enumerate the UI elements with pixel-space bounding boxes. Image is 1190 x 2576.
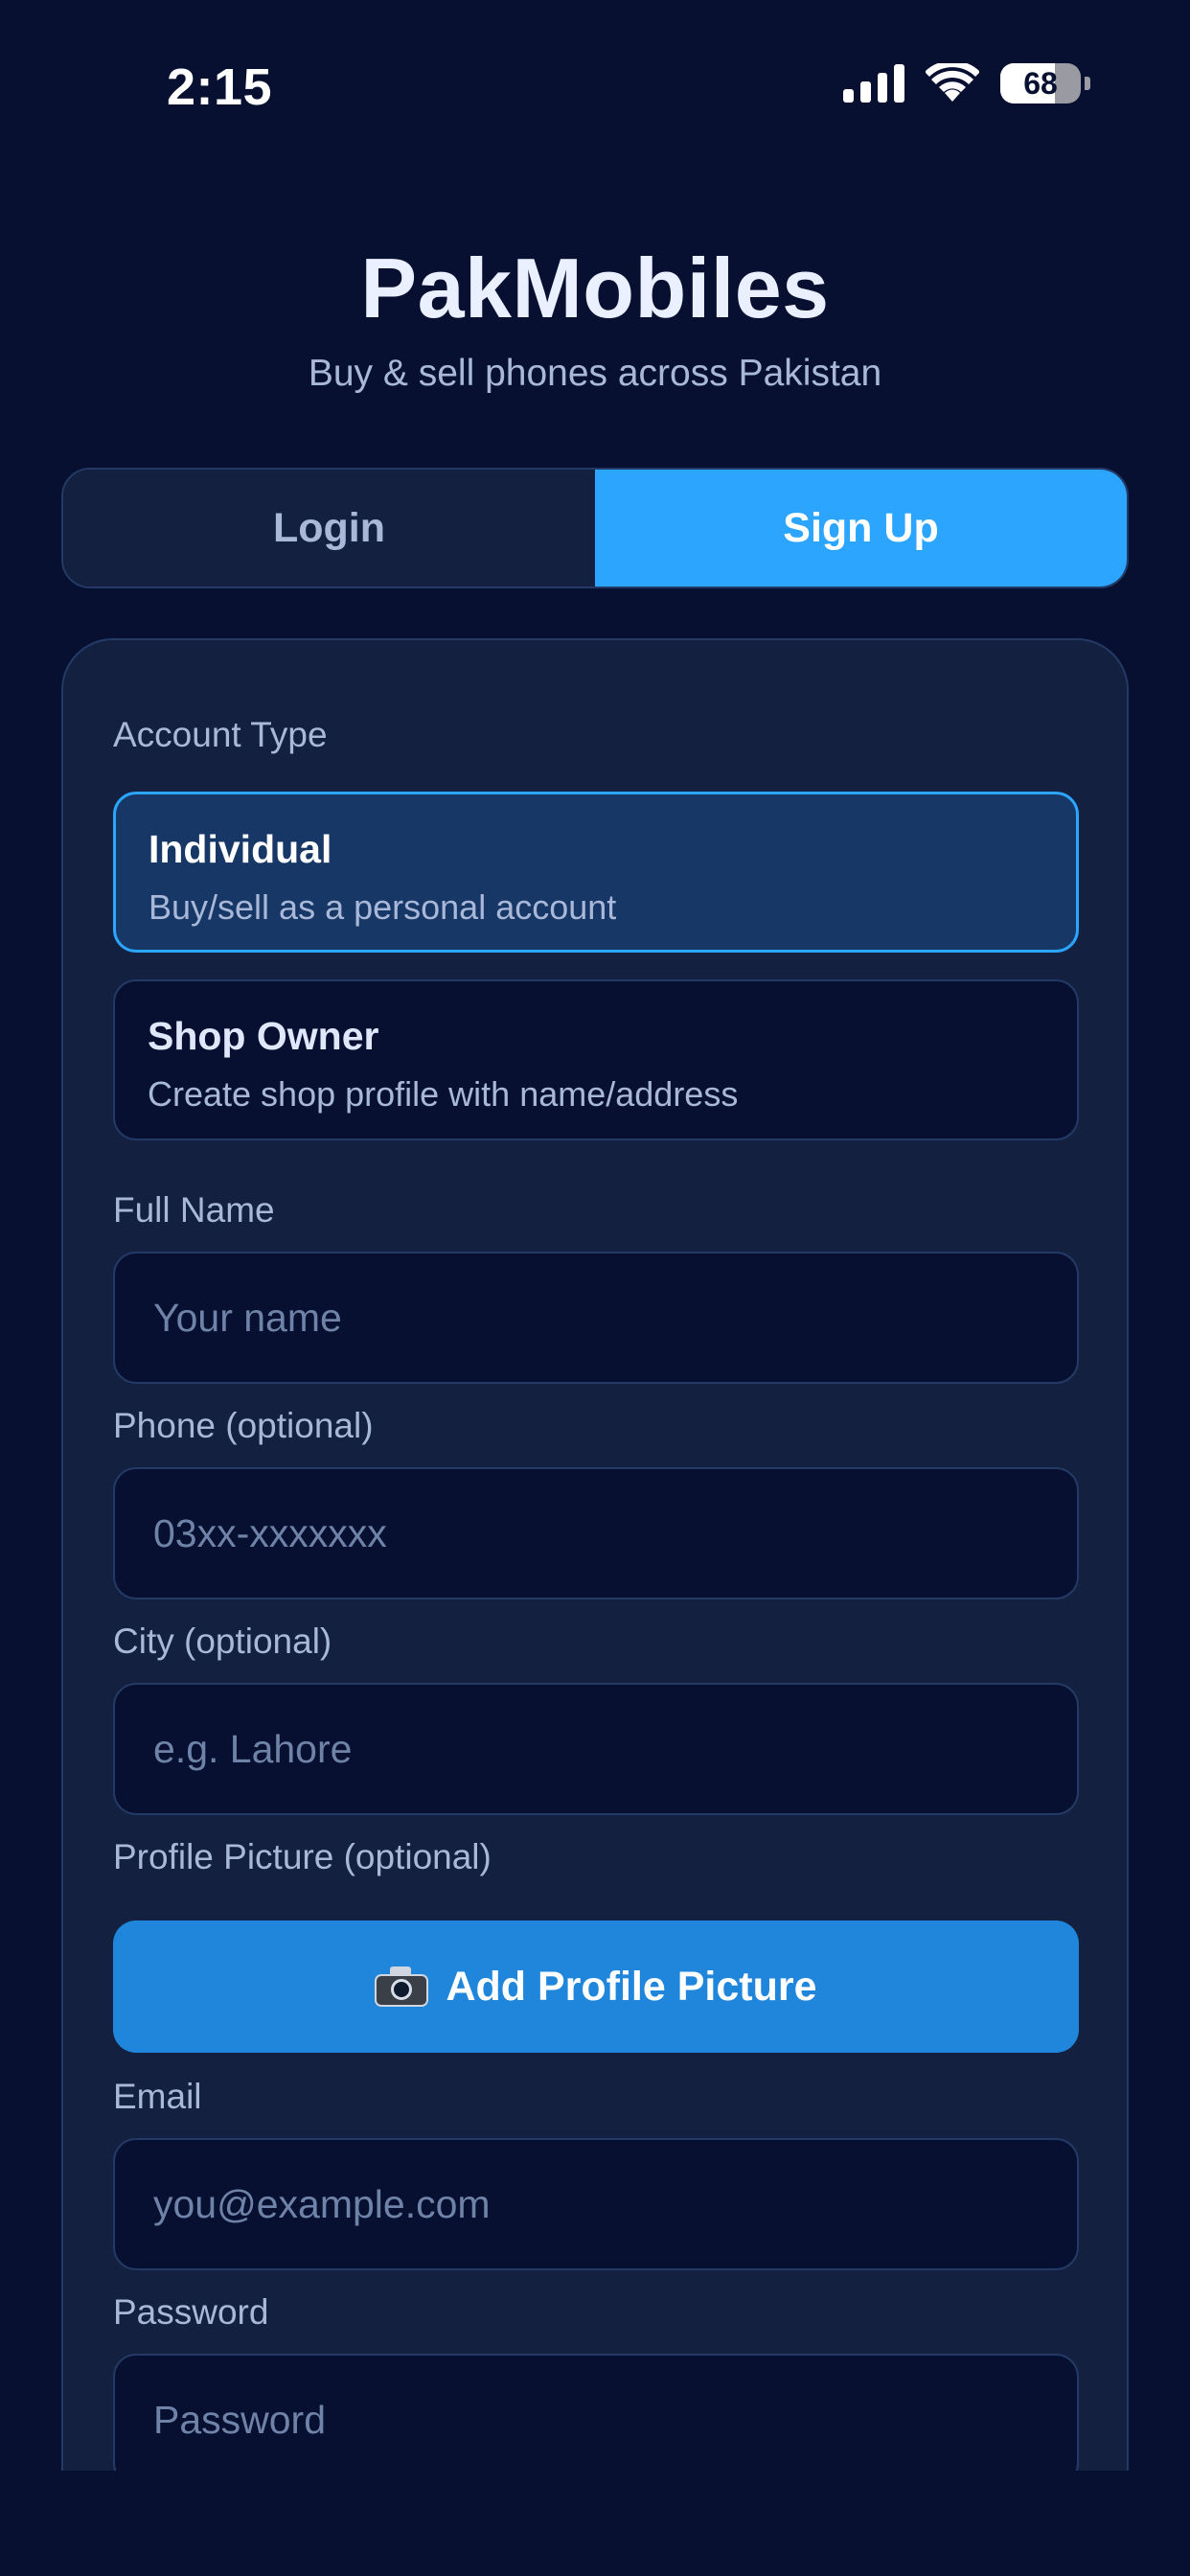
status-bar: 2:15 68 [0, 0, 1190, 172]
app-title: PakMobiles [360, 241, 830, 335]
password-label: Password [113, 2292, 269, 2332]
city-input[interactable] [113, 1683, 1079, 1815]
account-option-individual[interactable]: Individual Buy/sell as a personal accoun… [113, 792, 1079, 953]
account-option-title: Individual [149, 827, 332, 871]
tab-signup[interactable]: Sign Up [595, 470, 1127, 586]
account-option-title: Shop Owner [148, 1014, 379, 1058]
status-time: 2:15 [167, 58, 273, 116]
account-type-label: Account Type [113, 715, 328, 754]
wifi-icon [926, 63, 979, 102]
full-name-input[interactable] [113, 1252, 1079, 1384]
add-profile-picture-button[interactable]: Add Profile Picture [113, 1920, 1079, 2053]
profile-picture-label: Profile Picture (optional) [113, 1837, 492, 1876]
signup-form-card: Account Type Individual Buy/sell as a pe… [61, 638, 1129, 2576]
phone-input[interactable] [113, 1467, 1079, 1599]
email-input[interactable] [113, 2138, 1079, 2270]
account-option-description: Buy/sell as a personal account [149, 887, 617, 927]
add-profile-picture-label: Add Profile Picture [446, 1963, 817, 2010]
email-label: Email [113, 2077, 202, 2116]
account-option-description: Create shop profile with name/address [148, 1074, 739, 1114]
password-input[interactable] [113, 2354, 1079, 2486]
camera-icon [375, 1966, 429, 2007]
account-option-shop-owner[interactable]: Shop Owner Create shop profile with name… [113, 979, 1079, 1140]
full-name-label: Full Name [113, 1190, 275, 1230]
city-label: City (optional) [113, 1622, 332, 1661]
app-subtitle: Buy & sell phones across Pakistan [308, 353, 882, 394]
cellular-signal-icon [843, 64, 904, 103]
auth-tabs: Login Sign Up [61, 468, 1129, 588]
battery-level: 68 [1023, 65, 1058, 101]
battery-icon: 68 [1000, 63, 1081, 104]
status-icons: 68 [843, 63, 1090, 104]
bottom-area [0, 2471, 1190, 2576]
phone-label: Phone (optional) [113, 1406, 374, 1445]
battery-nub [1085, 77, 1090, 90]
tab-login[interactable]: Login [63, 470, 595, 586]
signup-screen: 2:15 68 PakMobiles Buy & sell phones acr… [0, 0, 1190, 2576]
